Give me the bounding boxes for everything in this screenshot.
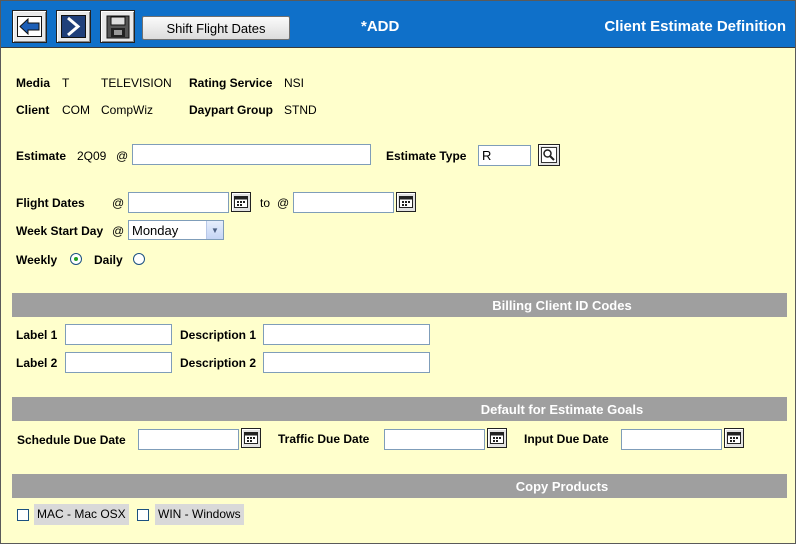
calendar-icon [399, 196, 413, 208]
client-name: CompWiz [101, 103, 154, 117]
traffic-due-date-label: Traffic Due Date [278, 432, 370, 446]
flight-start-date-input[interactable] [128, 192, 229, 213]
weekly-radio[interactable] [70, 253, 82, 265]
media-label: Media [16, 76, 51, 90]
shift-flight-dates-button[interactable]: Shift Flight Dates [142, 16, 290, 40]
traffic-due-date-input[interactable] [384, 429, 485, 450]
label1-input[interactable] [65, 324, 172, 345]
schedule-due-date-input[interactable] [138, 429, 239, 450]
client-label: Client [16, 103, 50, 117]
description1-input[interactable] [263, 324, 430, 345]
save-icon [106, 15, 129, 38]
weekly-label: Weekly [16, 253, 58, 267]
input-due-date-calendar-button[interactable] [724, 428, 744, 448]
goals-section-header: Default for Estimate Goals [12, 397, 787, 421]
page-title: Client Estimate Definition [604, 18, 786, 35]
chevron-down-icon[interactable]: ▼ [206, 221, 223, 239]
estimate-type-input[interactable] [478, 145, 531, 166]
daily-label: Daily [94, 253, 123, 267]
flight-end-calendar-button[interactable] [396, 192, 416, 212]
traffic-due-date-calendar-button[interactable] [487, 428, 507, 448]
schedule-due-date-calendar-button[interactable] [241, 428, 261, 448]
estimate-description-input[interactable] [132, 144, 371, 165]
estimate-at-symbol: @ [116, 149, 129, 163]
daily-radio[interactable] [133, 253, 145, 265]
calendar-icon [490, 432, 504, 444]
estimate-type-search-button[interactable] [538, 144, 560, 166]
next-chevron-icon [61, 15, 86, 38]
calendar-icon [234, 196, 248, 208]
billing-section-title: Billing Client ID Codes [492, 298, 632, 313]
daypart-group-value: STND [284, 103, 317, 117]
media-code: T [62, 76, 70, 90]
estimate-label: Estimate [16, 149, 67, 163]
estimate-code: 2Q09 [77, 149, 107, 163]
label1-label: Label 1 [16, 328, 58, 342]
back-arrow-icon [17, 16, 42, 37]
input-due-date-input[interactable] [621, 429, 722, 450]
top-toolbar: Shift Flight Dates *ADD Client Estimate … [1, 1, 795, 48]
back-button[interactable] [12, 10, 47, 43]
rating-service-value: NSI [284, 76, 305, 90]
daypart-group-label: Daypart Group [189, 103, 274, 117]
save-button[interactable] [100, 10, 135, 43]
product-label-mac: MAC - Mac OSX [34, 504, 129, 525]
products-section-header: Copy Products [12, 474, 787, 498]
calendar-icon [244, 432, 258, 444]
flight-start-at-symbol: @ [112, 196, 125, 210]
products-section-title: Copy Products [515, 479, 609, 494]
billing-section-header: Billing Client ID Codes [12, 293, 787, 317]
flight-end-at-symbol: @ [277, 196, 290, 210]
flight-start-calendar-button[interactable] [231, 192, 251, 212]
week-start-day-label: Week Start Day [16, 224, 104, 238]
flight-to-label: to [260, 196, 271, 210]
description1-label: Description 1 [180, 328, 257, 342]
week-start-day-select[interactable]: Monday ▼ [128, 220, 224, 240]
product-label-win: WIN - Windows [155, 504, 244, 525]
calendar-icon [727, 432, 741, 444]
product-checkbox-mac[interactable] [17, 509, 29, 521]
description2-input[interactable] [263, 352, 430, 373]
schedule-due-date-label: Schedule Due Date [17, 433, 126, 447]
week-start-at-symbol: @ [112, 224, 125, 238]
flight-end-date-input[interactable] [293, 192, 394, 213]
label2-input[interactable] [65, 352, 172, 373]
mode-indicator: *ADD [361, 18, 400, 35]
label2-label: Label 2 [16, 356, 58, 370]
input-due-date-label: Input Due Date [524, 432, 609, 446]
media-name: TELEVISION [101, 76, 172, 90]
flight-dates-label: Flight Dates [16, 196, 85, 210]
client-code: COM [62, 103, 90, 117]
description2-label: Description 2 [180, 356, 257, 370]
product-checkbox-win[interactable] [137, 509, 149, 521]
search-icon [541, 147, 557, 163]
estimate-type-label: Estimate Type [386, 149, 467, 163]
next-button[interactable] [56, 10, 91, 43]
week-start-day-value: Monday [132, 223, 179, 238]
rating-service-label: Rating Service [189, 76, 273, 90]
goals-section-title: Default for Estimate Goals [480, 402, 644, 417]
client-estimate-window: Shift Flight Dates *ADD Client Estimate … [0, 0, 796, 544]
